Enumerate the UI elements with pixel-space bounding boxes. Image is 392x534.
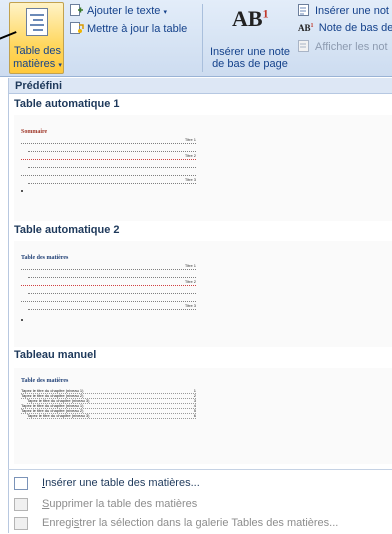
menu-separator: [8, 469, 392, 470]
preview-toc-line: Titre 3: [28, 303, 196, 310]
refresh-table-icon: [70, 22, 84, 34]
preview-title: Sommaire: [21, 129, 48, 135]
insert-footnote-button[interactable]: Insérer une note de bas de page: [207, 46, 293, 70]
preview-toc-line: [28, 167, 196, 168]
preview-toc-line: [21, 175, 196, 176]
section-title-auto-table-1: Table automatique 1: [14, 98, 120, 110]
preview-toc-line: Tapez le titre du chapitre (niveau 3) 6: [27, 413, 196, 419]
preview-title: Table des matières: [21, 378, 69, 384]
preview-toc-line: Titre 2: [21, 279, 196, 286]
save-selection-label: Enregistrer la sélection dans la galerie…: [42, 517, 339, 529]
next-footnote-icon: AB1: [298, 23, 314, 33]
ribbon-separator: [202, 4, 203, 72]
save-selection-menu-item[interactable]: Enregistrer la sélection dans la galerie…: [8, 513, 392, 534]
preview-toc-line: [28, 293, 196, 294]
toc-gallery-dropdown: Prédéfini Table automatique 1 Sommaire T…: [8, 78, 392, 533]
footnote-icon: AB1: [232, 6, 269, 31]
preview-title: Table des matières: [21, 255, 69, 261]
endnote-icon: [298, 4, 312, 16]
preview-toc-line: Titre 1: [21, 137, 196, 144]
preview-toc-line: Titre 1: [21, 263, 196, 270]
table-of-contents-button[interactable]: Table des matières ▾: [9, 2, 64, 74]
gallery-header-predefined: Prédéfini: [9, 78, 392, 94]
remove-toc-label: Supprimer la table des matières: [42, 498, 198, 510]
chevron-down-icon: ▾: [58, 62, 62, 69]
preview-toc-line: [28, 277, 196, 278]
chevron-down-icon: ▾: [163, 9, 167, 16]
preview-bullet: [21, 190, 23, 192]
remove-toc-menu-item[interactable]: Supprimer la table des matières: [8, 494, 392, 515]
insert-footnote-label-2: de bas de page: [212, 58, 288, 70]
document-icon: [26, 8, 48, 36]
notes-icon: [298, 40, 312, 52]
add-text-label: Ajouter le texte: [87, 5, 161, 17]
add-text-icon: [70, 4, 84, 16]
next-footnote-label: Note de bas de: [318, 22, 392, 34]
preview-toc-line: Titre 3: [28, 177, 196, 184]
insert-toc-icon: [14, 477, 28, 490]
insert-endnote-label: Insérer une not: [315, 5, 389, 17]
update-table-button[interactable]: Mettre à jour la table: [70, 22, 187, 35]
section-title-manual-table: Tableau manuel: [14, 349, 97, 361]
auto-table-2-preview[interactable]: Table des matières Titre 1 Titre 2 Titre…: [14, 241, 392, 347]
next-footnote-button[interactable]: AB1 Note de bas de: [298, 22, 392, 34]
preview-toc-line: [21, 301, 196, 302]
preview-bullet: [21, 319, 23, 321]
manual-table-preview[interactable]: Table des matières Tapez le titre du cha…: [14, 368, 392, 464]
save-selection-icon: [14, 517, 28, 530]
insert-endnote-button[interactable]: Insérer une not: [298, 4, 389, 17]
table-of-contents-label: Table des matières ▾: [13, 45, 62, 70]
insert-toc-label: Insérer une table des matières...: [42, 477, 200, 489]
remove-toc-icon: [14, 498, 28, 511]
insert-toc-menu-item[interactable]: Insérer une table des matières...: [8, 473, 392, 494]
add-text-button[interactable]: Ajouter le texte ▾: [70, 4, 167, 17]
preview-toc-line: [28, 151, 196, 152]
show-notes-button[interactable]: Afficher les not: [298, 40, 388, 53]
update-table-label: Mettre à jour la table: [87, 23, 188, 35]
section-title-auto-table-2: Table automatique 2: [14, 224, 120, 236]
insert-footnote-label-1: Insérer une note: [209, 46, 291, 58]
ribbon-toolbar: Table des matières ▾ Ajouter le texte ▾ …: [0, 0, 392, 77]
preview-toc-line: Titre 2: [21, 153, 196, 160]
show-notes-label: Afficher les not: [315, 41, 388, 53]
auto-table-1-preview[interactable]: Sommaire Titre 1 Titre 2 Titre 3: [14, 115, 392, 221]
